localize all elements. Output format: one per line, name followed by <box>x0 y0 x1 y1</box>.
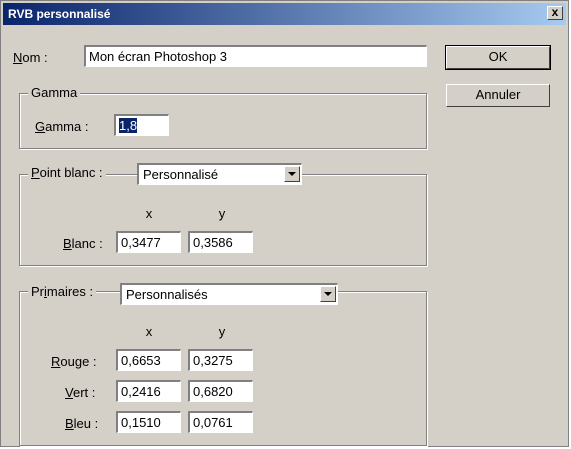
name-input[interactable]: Mon écran Photoshop 3 <box>84 45 427 67</box>
white-point-select[interactable]: Personnalisé <box>137 163 302 185</box>
primaries-col-x: x <box>145 324 153 339</box>
primaries-select[interactable]: Personnalisés <box>120 283 338 305</box>
white-point-col-x: x <box>145 206 153 221</box>
gamma-group-title: Gamma <box>28 85 81 100</box>
red-x-input[interactable]: 0,6653 <box>116 349 181 371</box>
dialog-window: RVB personnalisé x Nom : Mon écran Photo… <box>0 0 569 447</box>
blue-x-input[interactable]: 0,1510 <box>116 411 181 433</box>
ok-button[interactable]: OK <box>445 45 551 70</box>
primaries-selected: Personnalisés <box>126 287 208 302</box>
blue-label: Bleu : <box>65 416 99 431</box>
white-x-input[interactable]: 0,3477 <box>116 231 181 253</box>
primaries-label: Primaires : <box>28 284 97 299</box>
gamma-value: 1,8 <box>119 118 138 133</box>
name-label: Nom : <box>13 50 48 65</box>
close-button[interactable]: x <box>547 6 563 20</box>
gamma-input[interactable]: 1,8 <box>114 114 169 136</box>
window-title: RVB personnalisé <box>8 7 111 21</box>
white-point-col-y: y <box>218 206 226 221</box>
gamma-label: Gamma : <box>35 119 89 134</box>
blue-y-input[interactable]: 0,0761 <box>188 411 253 433</box>
green-x-input[interactable]: 0,2416 <box>116 380 181 402</box>
primaries-col-y: y <box>218 324 226 339</box>
chevron-down-icon[interactable] <box>284 166 300 182</box>
close-icon: x <box>551 5 559 19</box>
white-point-label: Point blanc : <box>28 165 106 180</box>
green-y-input[interactable]: 0,6820 <box>188 380 253 402</box>
white-y-input[interactable]: 0,3586 <box>188 231 253 253</box>
red-label: Rouge : <box>51 354 97 369</box>
white-label: Blanc : <box>63 236 103 251</box>
title-bar: RVB personnalisé x <box>3 3 566 25</box>
green-label: Vert : <box>65 385 96 400</box>
white-point-selected: Personnalisé <box>143 167 219 182</box>
chevron-down-icon[interactable] <box>320 286 336 302</box>
cancel-button[interactable]: Annuler <box>446 84 550 107</box>
red-y-input[interactable]: 0,3275 <box>188 349 253 371</box>
